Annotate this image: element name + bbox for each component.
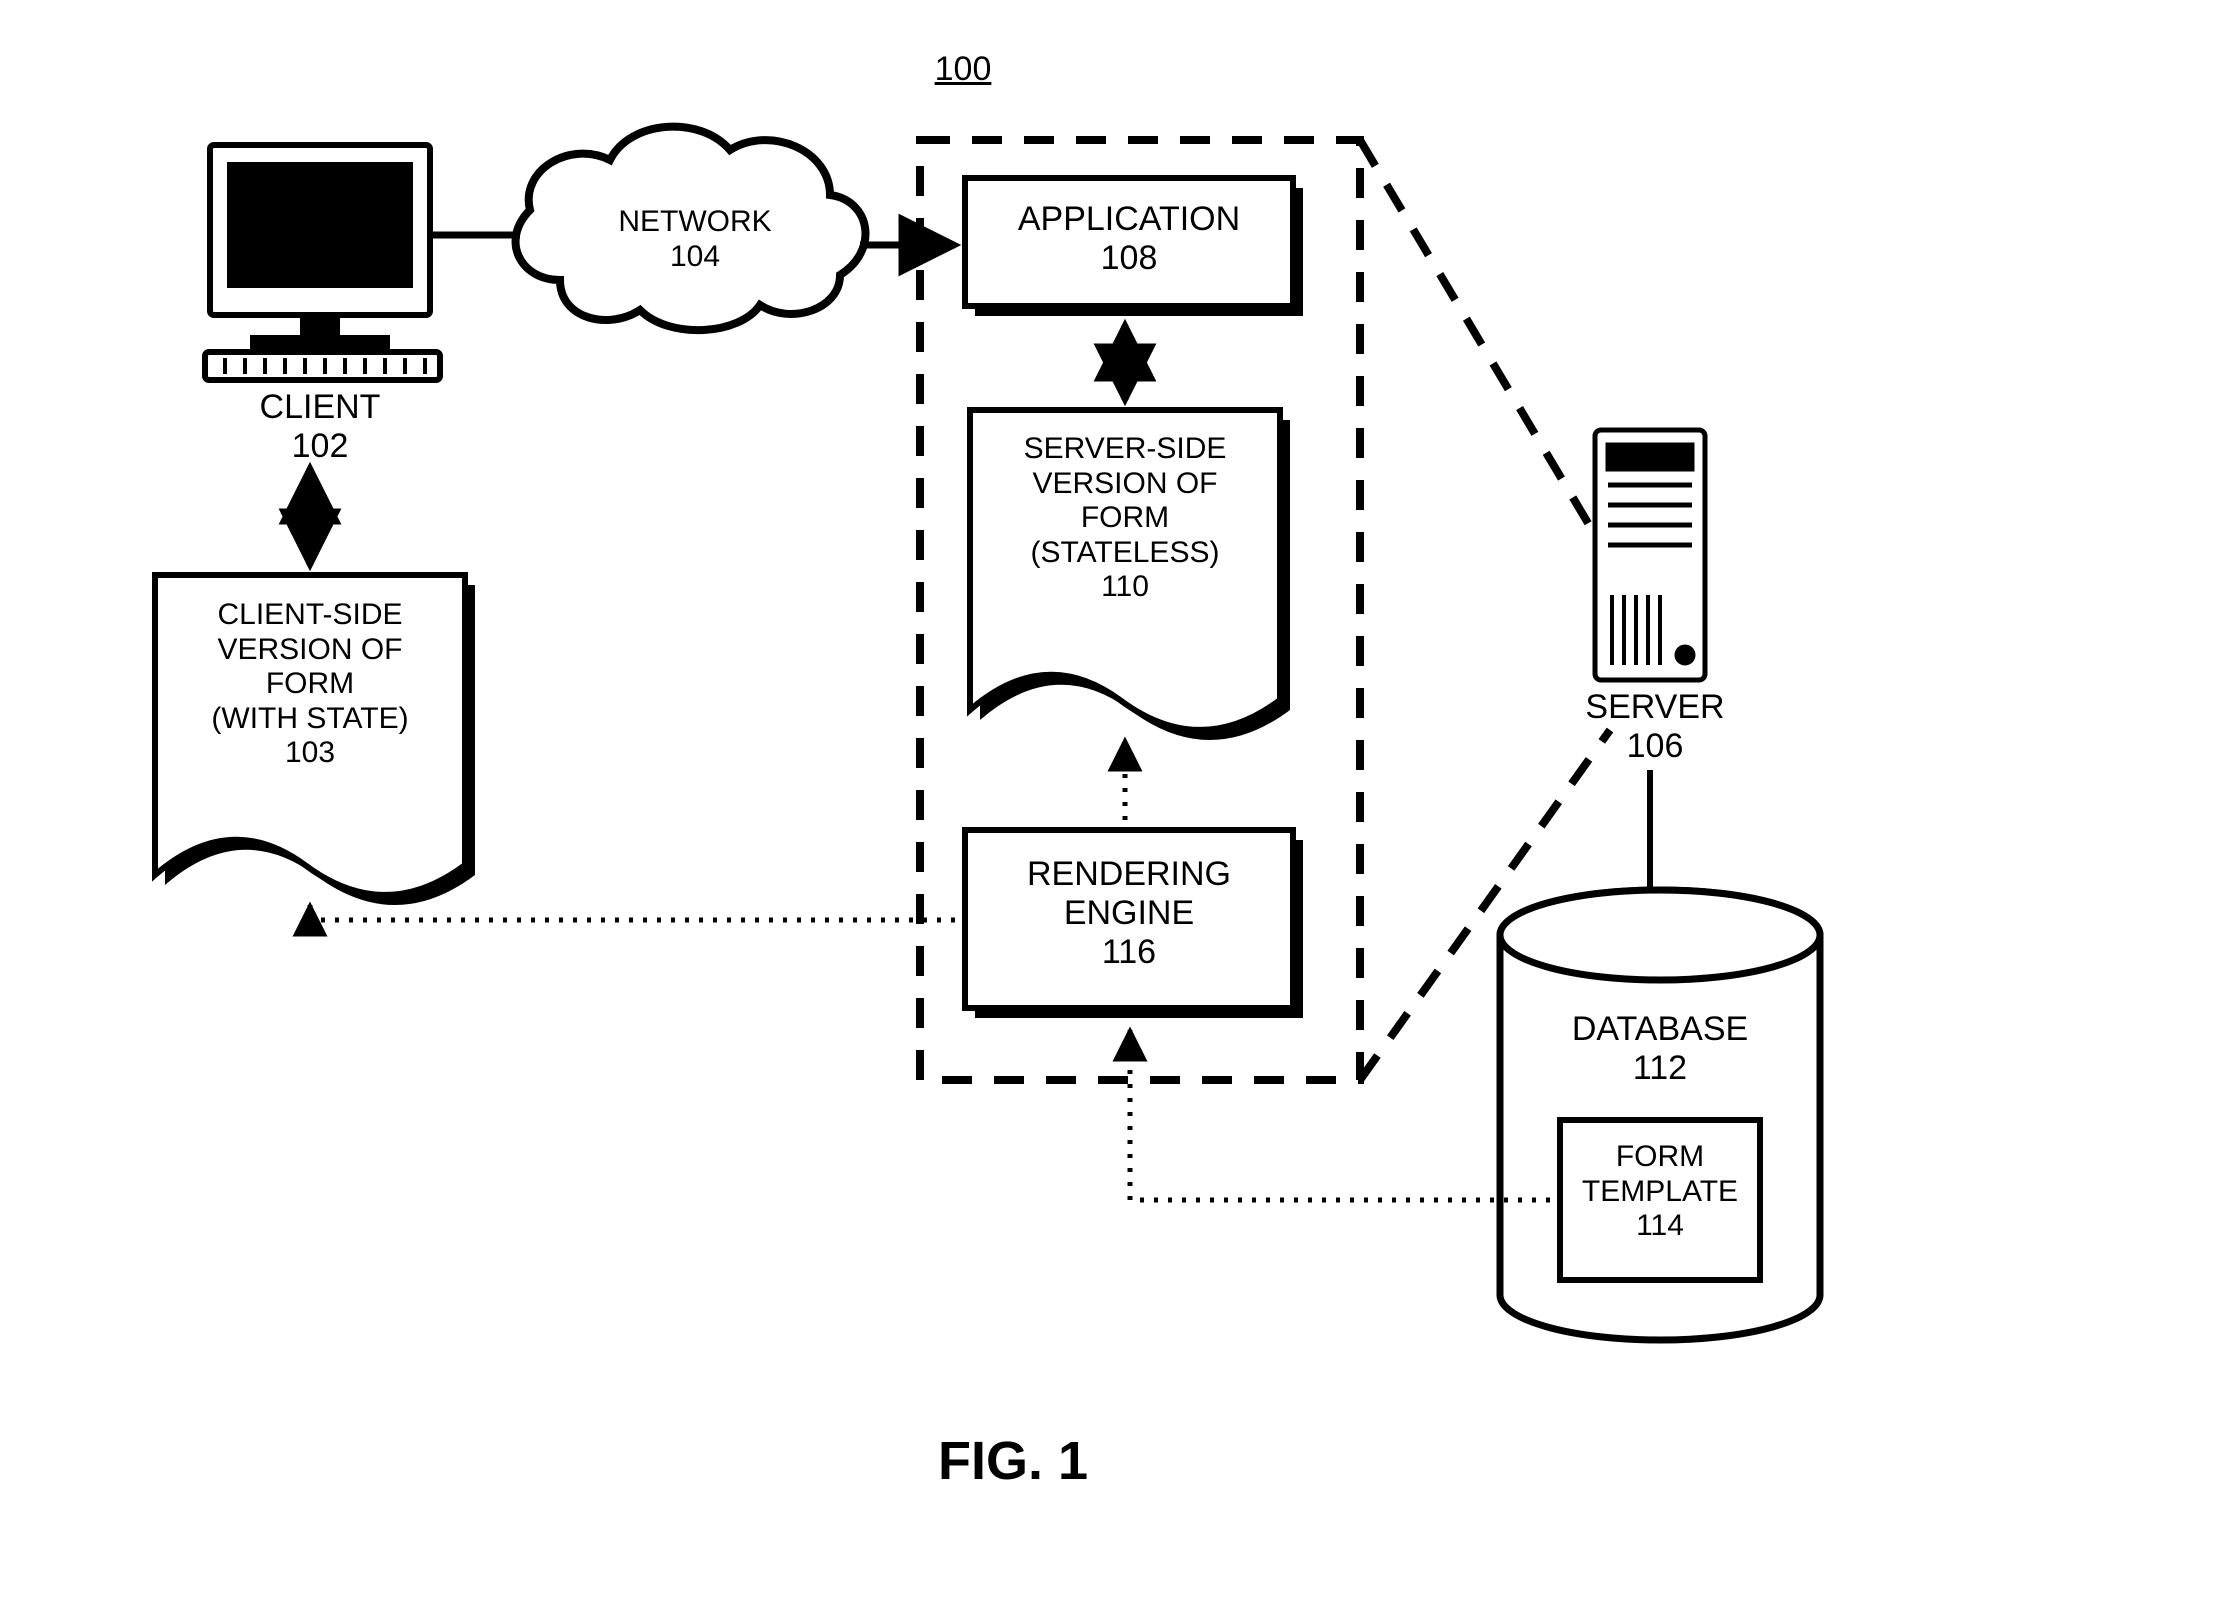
leader-top bbox=[1360, 140, 1610, 560]
application-label: APPLICATION 108 bbox=[965, 200, 1293, 278]
server-label: SERVER 106 bbox=[1555, 688, 1755, 766]
render-engine-label: RENDERING ENGINE 116 bbox=[965, 855, 1293, 972]
server-tower-icon bbox=[1595, 430, 1705, 680]
conn-render-clientform bbox=[310, 905, 955, 920]
server-form-label: SERVER-SIDE VERSION OF FORM (STATELESS) … bbox=[970, 432, 1280, 605]
client-text: CLIENT bbox=[260, 388, 381, 426]
figure-caption: FIG. 1 bbox=[863, 1430, 1163, 1492]
client-ref: 102 bbox=[292, 427, 349, 465]
client-label: CLIENT 102 bbox=[200, 388, 440, 466]
network-text: NETWORK bbox=[618, 205, 771, 238]
application-text: APPLICATION bbox=[1018, 200, 1240, 238]
network-ref: 104 bbox=[670, 240, 720, 273]
client-icon bbox=[205, 145, 440, 380]
form-template-label: FORM TEMPLATE 114 bbox=[1560, 1140, 1760, 1244]
diagram-stage: 100 CLIENT 102 NETWORK 104 APPLICATION 1… bbox=[0, 0, 2226, 1603]
application-ref: 108 bbox=[1101, 239, 1158, 277]
figure-ref: 100 bbox=[913, 50, 1013, 89]
client-form-label: CLIENT-SIDE VERSION OF FORM (WITH STATE)… bbox=[155, 598, 465, 771]
conn-template-render bbox=[1130, 1030, 1550, 1200]
network-label: NETWORK 104 bbox=[585, 205, 805, 274]
database-label: DATABASE 112 bbox=[1530, 1010, 1790, 1088]
